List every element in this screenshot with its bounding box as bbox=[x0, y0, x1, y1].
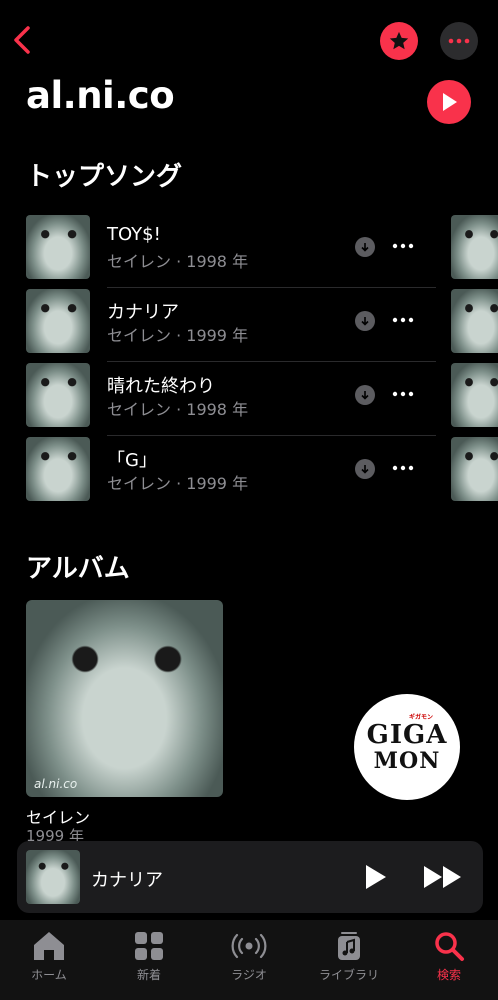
song-artwork-peek bbox=[451, 215, 498, 279]
library-icon bbox=[338, 932, 360, 960]
tab-label: ラジオ bbox=[231, 968, 267, 982]
tab-home[interactable]: ホーム bbox=[9, 930, 89, 983]
song-row[interactable]: 「G」 セイレン · 1999 年 bbox=[26, 436, 436, 510]
album-art-text: al.ni.co bbox=[34, 777, 78, 791]
more-icon[interactable] bbox=[391, 456, 415, 480]
song-title: 「G」 bbox=[107, 450, 157, 471]
logo-line2: MON bbox=[373, 748, 441, 774]
play-icon bbox=[443, 93, 457, 111]
fast-forward-icon[interactable] bbox=[422, 863, 464, 891]
song-artwork-peek bbox=[451, 363, 498, 427]
song-subtitle: セイレン · 1999 年 bbox=[107, 474, 249, 493]
download-icon[interactable] bbox=[355, 237, 375, 257]
tab-bar: ホーム 新着 ラジオ ライブラリ 検索 bbox=[0, 920, 498, 1000]
tab-label: 新着 bbox=[136, 968, 161, 982]
favorite-button[interactable] bbox=[380, 22, 418, 60]
more-icon[interactable] bbox=[391, 234, 415, 258]
now-playing-title: カナリア bbox=[91, 870, 163, 891]
song-title: 晴れた終わり bbox=[107, 376, 215, 397]
song-artwork bbox=[26, 437, 90, 501]
song-row[interactable]: カナリア セイレン · 1999 年 bbox=[26, 288, 436, 362]
song-title: カナリア bbox=[107, 302, 179, 323]
home-icon bbox=[34, 932, 64, 960]
song-subtitle: セイレン · 1998 年 bbox=[107, 252, 249, 271]
back-button[interactable] bbox=[8, 22, 38, 58]
gigamon-logo: ギガモン GIGA MON bbox=[354, 694, 460, 800]
star-icon bbox=[389, 31, 409, 50]
download-icon[interactable] bbox=[355, 459, 375, 479]
mini-player[interactable]: カナリア bbox=[17, 841, 483, 913]
more-icon[interactable] bbox=[391, 308, 415, 332]
song-title: TOY$! bbox=[107, 224, 161, 245]
tab-label: ライブラリ bbox=[318, 968, 379, 982]
ellipsis-icon bbox=[448, 38, 470, 44]
tab-label: ホーム bbox=[31, 968, 67, 982]
radio-icon bbox=[231, 933, 267, 959]
song-artwork bbox=[26, 215, 90, 279]
song-subtitle: セイレン · 1998 年 bbox=[107, 400, 249, 419]
more-options-button[interactable] bbox=[440, 22, 478, 60]
chevron-left-icon bbox=[14, 26, 30, 54]
download-icon[interactable] bbox=[355, 311, 375, 331]
song-artwork-peek bbox=[451, 289, 498, 353]
search-icon bbox=[435, 932, 464, 961]
albums-heading: アルバム bbox=[26, 554, 130, 584]
song-artwork bbox=[26, 289, 90, 353]
tab-new[interactable]: 新着 bbox=[109, 930, 189, 983]
grid-icon bbox=[135, 932, 163, 960]
logo-kana: ギガモン bbox=[409, 714, 434, 721]
download-icon[interactable] bbox=[355, 385, 375, 405]
tab-radio[interactable]: ラジオ bbox=[209, 930, 289, 983]
song-row[interactable]: 晴れた終わり セイレン · 1998 年 bbox=[26, 362, 436, 436]
song-subtitle: セイレン · 1999 年 bbox=[107, 326, 249, 345]
artist-name: al.ni.co bbox=[26, 74, 175, 117]
song-artwork bbox=[26, 363, 90, 427]
play-artist-button[interactable] bbox=[427, 80, 471, 124]
play-icon[interactable] bbox=[362, 863, 388, 891]
tab-label: 検索 bbox=[436, 968, 461, 982]
now-playing-artwork bbox=[26, 850, 80, 904]
song-row[interactable]: TOY$! セイレン · 1998 年 bbox=[26, 214, 436, 288]
tab-search[interactable]: 検索 bbox=[409, 930, 489, 983]
logo-line1: GIGA bbox=[366, 720, 448, 750]
song-artwork-peek bbox=[451, 437, 498, 501]
more-icon[interactable] bbox=[391, 382, 415, 406]
top-songs-heading: トップソング bbox=[26, 162, 183, 192]
tab-library[interactable]: ライブラリ bbox=[309, 930, 389, 983]
album-artwork[interactable]: al.ni.co bbox=[26, 600, 223, 797]
